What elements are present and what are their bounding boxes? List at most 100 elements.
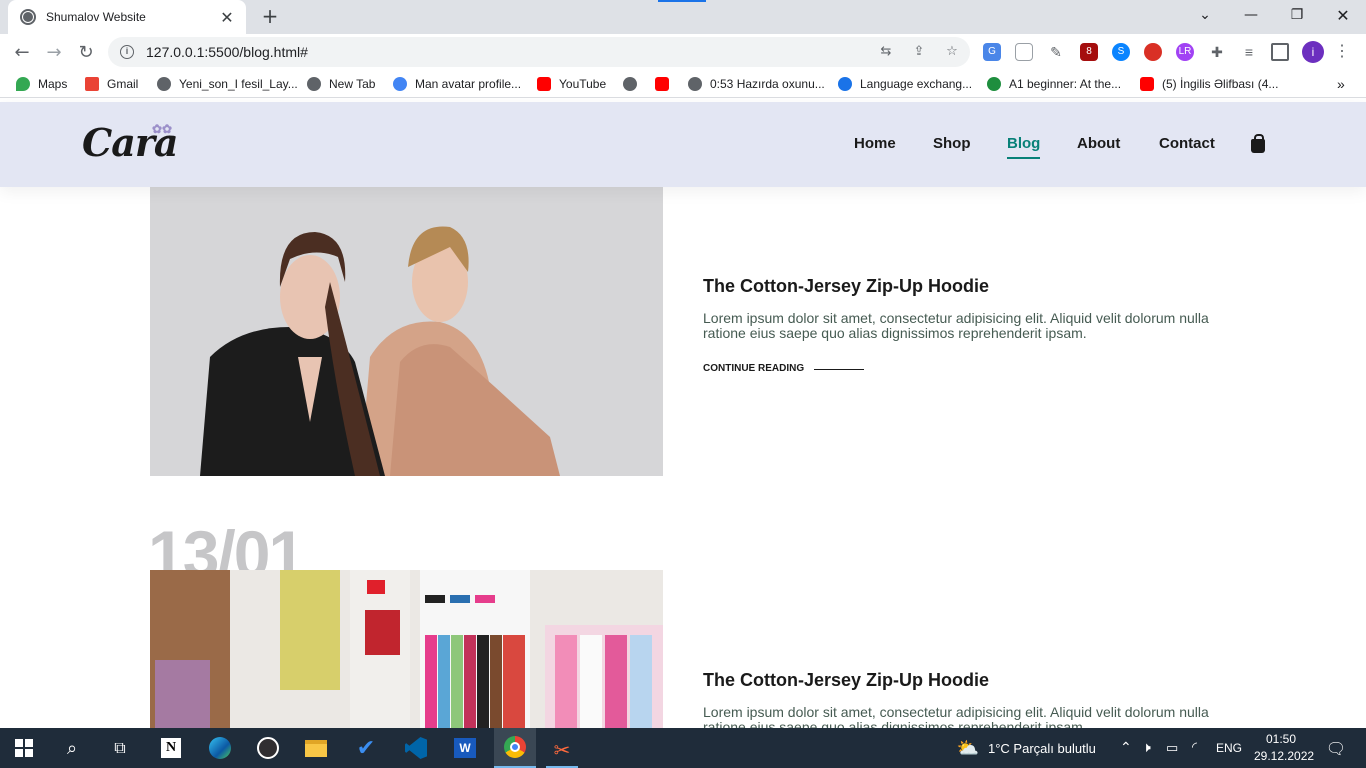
youtube-icon	[655, 77, 669, 91]
bookmark-ingilis[interactable]: (5) İngilis Əlifbası (4...	[1140, 75, 1278, 93]
clothing-store-illustration	[150, 570, 663, 728]
show-hidden-icons-chevron-icon[interactable]: ⌃	[1120, 739, 1132, 756]
post-title[interactable]: The Cotton-Jersey Zip-Up Hoodie	[703, 276, 989, 297]
tab-strip: Shumalov Website ✕ + ⌄ — ❐ ✕	[0, 0, 1366, 34]
maps-pin-icon	[16, 77, 30, 91]
side-panel-icon[interactable]	[1271, 43, 1289, 61]
site-header: Cara ✿✿ Home Shop Blog About Contact	[0, 102, 1366, 187]
back-arrow-icon[interactable]: ←	[8, 38, 36, 66]
bookmark-label: Gmail	[107, 77, 139, 91]
bookmark-maps[interactable]: Maps	[16, 75, 67, 93]
bookmark-label: 0:53 Hazırda oxunu...	[710, 77, 825, 91]
profile-avatar[interactable]: i	[1302, 41, 1324, 63]
minimize-button[interactable]: —	[1228, 0, 1274, 30]
notification-center-icon[interactable]: 🗨	[1320, 734, 1352, 762]
address-bar[interactable]: i 127.0.0.1:5500/blog.html# ⇆ ⇪ ☆	[108, 37, 970, 67]
battery-icon[interactable]: ▭	[1166, 740, 1178, 756]
bookmark-gmail[interactable]: Gmail	[85, 75, 138, 93]
gmail-icon	[85, 77, 99, 91]
chrome-taskbar-icon[interactable]	[494, 728, 536, 768]
google-translate-extension-icon[interactable]: G	[983, 43, 1001, 61]
bookmark-hazirda[interactable]: 0:53 Hazırda oxunu...	[688, 75, 825, 93]
close-tab-icon[interactable]: ✕	[218, 8, 236, 27]
forward-arrow-icon[interactable]: →	[40, 38, 68, 66]
bookmark-yeni-son[interactable]: Yeni_son_I fesil_Lay...	[157, 75, 298, 93]
bookmark-star-icon[interactable]: ☆	[944, 44, 960, 60]
nav-home[interactable]: Home	[854, 135, 896, 152]
site-info-icon[interactable]: i	[120, 45, 134, 59]
site-logo[interactable]: Cara ✿✿	[82, 120, 179, 165]
tab-search-icon[interactable]: ⌄	[1182, 0, 1228, 30]
close-window-button[interactable]: ✕	[1320, 0, 1366, 30]
shazam-extension-icon[interactable]: S	[1112, 43, 1130, 61]
post-excerpt: Lorem ipsum dolor sit amet, consectetur …	[703, 704, 1209, 729]
notion-icon[interactable]: N	[155, 734, 187, 762]
record-extension-icon[interactable]	[1144, 43, 1162, 61]
translate-icon[interactable]: ⇆	[878, 44, 894, 60]
blog-post-image	[150, 187, 663, 476]
bookmark-youtube-2[interactable]	[655, 75, 677, 93]
bookmark-a1-beginner[interactable]: A1 beginner: At the...	[987, 75, 1121, 93]
bookmarks-bar: Maps Gmail Yeni_son_I fesil_Lay... New T…	[0, 70, 1366, 98]
browser-toolbar: ← → ↻ i 127.0.0.1:5500/blog.html# ⇆ ⇪ ☆ …	[0, 34, 1366, 70]
reading-list-icon[interactable]: ≡	[1240, 43, 1258, 61]
new-tab-button[interactable]: +	[258, 5, 282, 29]
search-icon[interactable]: ⌕	[56, 734, 88, 762]
url-text: 127.0.0.1:5500/blog.html#	[146, 44, 308, 60]
google-icon	[393, 77, 407, 91]
vscode-icon[interactable]	[400, 734, 432, 762]
blog-post-image-store	[150, 570, 663, 728]
eyedropper-extension-icon[interactable]: ✎	[1047, 43, 1065, 61]
post-excerpt: Lorem ipsum dolor sit amet, consectetur …	[703, 310, 1209, 341]
bookmark-label: YouTube	[559, 77, 607, 91]
bookmark-label: Yeni_son_I fesil_Lay...	[179, 77, 298, 91]
youtube-icon	[1140, 77, 1154, 91]
lr-extension-icon[interactable]: LR	[1176, 43, 1194, 61]
task-view-icon[interactable]: ⧉	[104, 734, 136, 762]
extension-badge: 8	[1086, 46, 1092, 57]
todo-icon[interactable]: ✔	[350, 734, 382, 762]
restore-button[interactable]: ❐	[1274, 0, 1320, 30]
clock-date[interactable]: 29.12.2022	[1254, 749, 1314, 763]
nav-shop[interactable]: Shop	[933, 135, 971, 152]
clover-icon	[987, 77, 1001, 91]
post-title[interactable]: The Cotton-Jersey Zip-Up Hoodie	[703, 670, 989, 691]
speaker-muted-icon[interactable]: 🕨	[1142, 739, 1151, 756]
bookmark-new-tab[interactable]: New Tab	[307, 75, 375, 93]
globe-icon	[688, 77, 702, 91]
edge-icon[interactable]	[204, 734, 236, 762]
word-icon[interactable]: W	[449, 734, 481, 762]
shopping-bag-icon[interactable]	[1251, 134, 1265, 153]
weather-text[interactable]: 1°C Parçalı bulutlu	[988, 741, 1096, 756]
bookmark-youtube[interactable]: YouTube	[537, 75, 606, 93]
snipping-tool-icon[interactable]: ✂	[546, 734, 578, 768]
language-indicator[interactable]: ENG	[1216, 741, 1242, 755]
wifi-icon[interactable]: ◜	[1192, 739, 1197, 755]
reload-icon[interactable]: ↻	[72, 38, 100, 66]
nav-blog[interactable]: Blog	[1007, 135, 1041, 159]
ublock-extension-icon[interactable]: 8	[1080, 43, 1098, 61]
clock-time[interactable]: 01:50	[1266, 732, 1296, 746]
more-bookmarks-chevron-icon[interactable]: »	[1337, 75, 1345, 93]
share-icon[interactable]: ⇪	[911, 44, 927, 60]
youtube-icon	[537, 77, 551, 91]
nav-contact[interactable]: Contact	[1159, 135, 1215, 152]
globe-icon	[157, 77, 171, 91]
shield-extension-icon[interactable]	[1015, 43, 1033, 61]
bookmark-label: Maps	[38, 77, 68, 91]
bookmark-language-exchange[interactable]: Language exchang...	[838, 75, 972, 93]
extensions-puzzle-icon[interactable]: ✚	[1208, 43, 1226, 61]
bookmark-globe[interactable]	[623, 75, 645, 93]
chrome-menu-icon[interactable]: ⋮	[1333, 43, 1351, 61]
bookmark-label: Language exchang...	[860, 77, 973, 91]
nav-about[interactable]: About	[1077, 135, 1120, 152]
bookmark-label: Man avatar profile...	[415, 77, 522, 91]
file-explorer-icon[interactable]	[300, 734, 332, 762]
browser-tab[interactable]: Shumalov Website ✕	[8, 0, 246, 34]
bookmark-avatar[interactable]: Man avatar profile...	[393, 75, 521, 93]
page-viewport: Cara ✿✿ Home Shop Blog About Contact The …	[0, 98, 1366, 728]
obs-icon[interactable]	[252, 734, 284, 762]
windows-start-icon[interactable]	[8, 734, 40, 762]
bookmark-label: A1 beginner: At the...	[1009, 77, 1122, 91]
continue-reading-link[interactable]: CONTINUE READING	[703, 363, 804, 374]
